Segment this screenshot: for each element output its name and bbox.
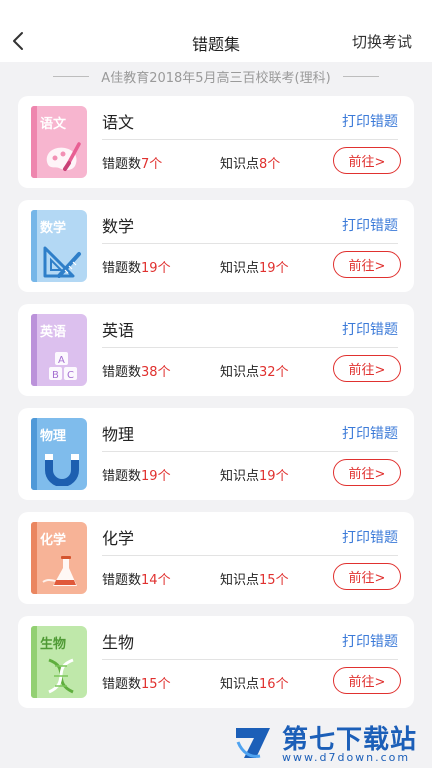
divider-right [342, 75, 379, 77]
card-divider [102, 139, 398, 140]
print-errors-button[interactable]: 打印错题 [342, 319, 398, 339]
go-button[interactable]: 前往> [333, 251, 401, 278]
error-count: 错题数38个 [102, 365, 171, 380]
go-button[interactable]: 前往> [333, 459, 401, 486]
switch-exam-button[interactable]: 切换考试 [352, 31, 412, 52]
exam-title: A佳教育2018年5月高三百校联考(理科) [101, 70, 331, 86]
ruler-triangle-icon [41, 240, 83, 278]
book-cover-math: 数学 [31, 210, 87, 282]
book-label: 语文 [40, 117, 67, 132]
divider-left [53, 75, 90, 77]
go-button[interactable]: 前往> [333, 563, 401, 590]
subject-card-math: 数学 数学 打印错题 错题数19个 知识点19个 前往> [18, 200, 414, 292]
subject-card-chemistry: 化学 化学 打印错题 错题数14个 知识点15个 前往> [18, 512, 414, 604]
brush-palette-icon [41, 136, 83, 174]
book-label: 物理 [40, 429, 67, 444]
knowledge-point-count: 知识点16个 [220, 677, 289, 692]
subject-name: 化学 [102, 529, 135, 548]
error-count: 错题数14个 [102, 573, 171, 588]
flask-icon [41, 552, 83, 590]
error-count: 错题数19个 [102, 469, 171, 484]
svg-text:A: A [58, 355, 65, 366]
print-errors-button[interactable]: 打印错题 [342, 423, 398, 443]
card-divider [102, 659, 398, 660]
knowledge-point-count: 知识点19个 [220, 261, 289, 276]
knowledge-point-count: 知识点32个 [220, 365, 289, 380]
watermark-url: www.d7down.com [282, 751, 411, 764]
print-errors-button[interactable]: 打印错题 [342, 215, 398, 235]
exam-title-row: A佳教育2018年5月高三百校联考(理科) [0, 64, 432, 88]
book-label: 数学 [40, 221, 67, 236]
error-count: 错题数7个 [102, 157, 163, 172]
svg-text:B: B [52, 370, 59, 381]
knowledge-point-count: 知识点15个 [220, 573, 289, 588]
print-errors-button[interactable]: 打印错题 [342, 631, 398, 651]
watermark-logo-icon [232, 722, 274, 762]
card-divider [102, 555, 398, 556]
book-cover-chemistry: 化学 [31, 522, 87, 594]
knowledge-point-count: 知识点8个 [220, 157, 281, 172]
error-count: 错题数15个 [102, 677, 171, 692]
book-cover-physics: 物理 [31, 418, 87, 490]
book-cover-chinese: 语文 [31, 106, 87, 178]
error-count: 错题数19个 [102, 261, 171, 276]
print-errors-button[interactable]: 打印错题 [342, 527, 398, 547]
book-cover-biology: 生物 [31, 626, 87, 698]
subject-card-physics: 物理 物理 打印错题 错题数19个 知识点19个 前往> [18, 408, 414, 500]
knowledge-point-count: 知识点19个 [220, 469, 289, 484]
subject-card-biology: 生物 生物 打印错题 错题数15个 知识点16个 前往> [18, 616, 414, 708]
abc-blocks-icon: A B C [41, 344, 83, 382]
card-divider [102, 347, 398, 348]
subject-name: 生物 [102, 633, 135, 652]
subject-name: 数学 [102, 217, 135, 236]
subject-name: 英语 [102, 321, 135, 340]
navigation-bar: 错题集 切换考试 [0, 0, 432, 62]
book-label: 生物 [40, 637, 67, 652]
go-button[interactable]: 前往> [333, 667, 401, 694]
dna-icon [41, 656, 83, 694]
book-label: 英语 [40, 325, 67, 340]
print-errors-button[interactable]: 打印错题 [342, 111, 398, 131]
card-divider [102, 243, 398, 244]
card-divider [102, 451, 398, 452]
watermark: 第七下载站 www.d7down.com [230, 718, 426, 766]
subject-name: 物理 [102, 425, 135, 444]
book-cover-english: 英语 A B C [31, 314, 87, 386]
go-button[interactable]: 前往> [333, 147, 401, 174]
book-label: 化学 [40, 533, 67, 548]
svg-text:C: C [67, 370, 74, 381]
subject-card-english: 英语 A B C 英语 打印错题 错题数38个 知识点32个 前往> [18, 304, 414, 396]
subject-card-chinese: 语文 语文 打印错题 错题数7个 知识点8个 前往> [18, 96, 414, 188]
subject-name: 语文 [102, 113, 135, 132]
magnet-icon [41, 448, 83, 487]
go-button[interactable]: 前往> [333, 355, 401, 382]
